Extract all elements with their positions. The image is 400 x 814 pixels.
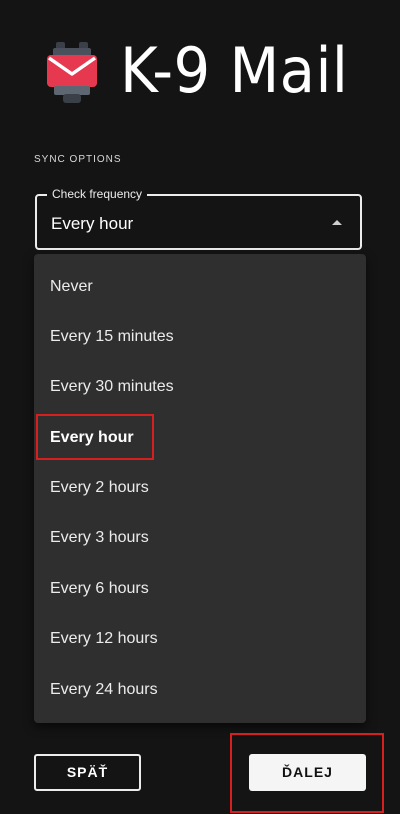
- menu-item-every-2-hours[interactable]: Every 2 hours: [34, 463, 366, 513]
- k9-mail-logo-icon: [47, 42, 97, 103]
- section-heading: SYNC OPTIONS: [34, 154, 122, 165]
- back-button[interactable]: SPÄŤ: [34, 754, 141, 791]
- menu-item-every-30-minutes[interactable]: Every 30 minutes: [34, 362, 366, 412]
- app-title: K-9 Mail: [120, 34, 349, 107]
- menu-item-every-24-hours[interactable]: Every 24 hours: [34, 665, 366, 715]
- page: K-9 Mail SYNC OPTIONS Check frequency Ev…: [0, 0, 400, 814]
- menu-item-every-12-hours[interactable]: Every 12 hours: [34, 614, 366, 664]
- check-frequency-select[interactable]: Check frequency Every hour: [35, 187, 362, 250]
- frequency-dropdown-menu: Never Every 15 minutes Every 30 minutes …: [34, 254, 366, 723]
- menu-item-every-15-minutes[interactable]: Every 15 minutes: [34, 312, 366, 362]
- field-value: Every hour: [51, 214, 134, 233]
- next-button-highlight: [230, 733, 384, 813]
- app-header: K-9 Mail: [44, 38, 384, 108]
- menu-item-every-3-hours[interactable]: Every 3 hours: [34, 513, 366, 563]
- menu-item-every-6-hours[interactable]: Every 6 hours: [34, 564, 366, 614]
- selected-item-highlight: [36, 414, 154, 460]
- menu-item-never[interactable]: Never: [34, 262, 366, 312]
- dropdown-up-arrow-icon[interactable]: [332, 220, 342, 225]
- field-label: Check frequency: [47, 187, 148, 201]
